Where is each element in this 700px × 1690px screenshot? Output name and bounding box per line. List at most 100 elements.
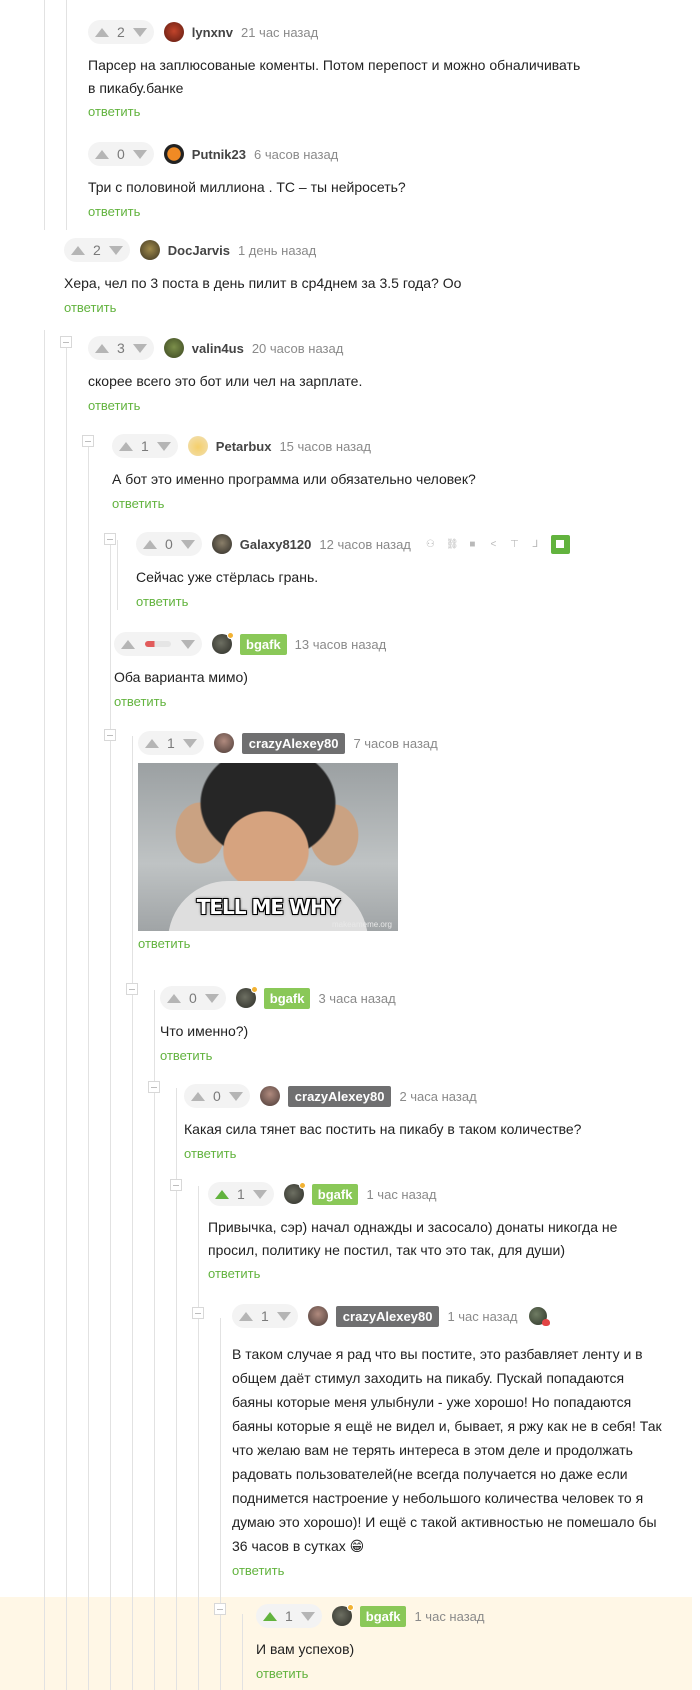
arrow-up-icon[interactable] xyxy=(167,993,181,1003)
arrow-up-icon[interactable] xyxy=(95,27,109,37)
collapse-icon[interactable] xyxy=(60,336,72,348)
comment-time[interactable]: 1 час назад xyxy=(447,1309,517,1324)
share-icon[interactable]: < xyxy=(488,539,499,550)
arrow-up-icon[interactable] xyxy=(121,639,135,649)
arrow-down-icon[interactable] xyxy=(182,738,197,748)
avatar[interactable] xyxy=(163,338,184,358)
collapse-icon[interactable] xyxy=(214,1603,226,1615)
comment-time[interactable]: 1 час назад xyxy=(414,1609,484,1624)
arrow-down-icon[interactable] xyxy=(276,1311,291,1321)
avatar[interactable] xyxy=(235,986,258,1008)
reply-link[interactable]: ответить xyxy=(88,398,140,413)
reply-link[interactable]: ответить xyxy=(256,1666,308,1681)
arrow-down-icon[interactable] xyxy=(108,245,123,255)
archive-icon[interactable]: ⚇ xyxy=(425,539,436,550)
arrow-up-icon[interactable] xyxy=(95,343,109,353)
arrow-down-icon[interactable] xyxy=(156,441,171,451)
reply-link[interactable]: ответить xyxy=(114,694,166,709)
reply-link[interactable]: ответить xyxy=(136,594,188,609)
avatar[interactable] xyxy=(259,1086,280,1106)
rating-control: 0 xyxy=(184,1084,250,1108)
reply-link[interactable]: ответить xyxy=(88,204,140,219)
arrow-down-icon[interactable] xyxy=(181,639,195,649)
author-name[interactable]: DocJarvis xyxy=(168,243,230,258)
reply-link[interactable]: ответить xyxy=(112,496,164,511)
avatar[interactable] xyxy=(163,22,184,42)
arrow-up-icon[interactable] xyxy=(239,1311,253,1321)
arrow-up-icon[interactable] xyxy=(95,149,109,159)
comment-time[interactable]: 3 часа назад xyxy=(318,991,395,1006)
comment-time[interactable]: 1 день назад xyxy=(238,243,316,258)
comment-time[interactable]: 2 часа назад xyxy=(399,1089,476,1104)
awarder-avatar[interactable] xyxy=(529,1307,551,1326)
collapse-icon[interactable] xyxy=(82,435,94,447)
avatar[interactable] xyxy=(331,1604,354,1626)
arrow-down-icon[interactable] xyxy=(132,27,147,37)
avatar[interactable] xyxy=(163,144,184,164)
arrow-down-icon[interactable] xyxy=(228,1091,243,1101)
arrow-up-icon[interactable] xyxy=(215,1189,229,1199)
comment-time[interactable]: 13 часов назад xyxy=(295,637,387,652)
collapse-icon[interactable] xyxy=(170,1179,182,1191)
comment-time[interactable]: 12 часов назад xyxy=(319,537,411,552)
author-name[interactable]: crazyAlexey80 xyxy=(287,1085,392,1107)
save-icon[interactable]: ■ xyxy=(467,539,478,550)
collapse-icon[interactable] xyxy=(148,1081,160,1093)
author-name[interactable]: bgafk xyxy=(311,1183,359,1205)
comment-text: Оба варианта мимо) xyxy=(114,669,248,685)
avatar[interactable] xyxy=(211,534,232,554)
avatar[interactable] xyxy=(212,632,234,654)
rating-control xyxy=(114,632,202,656)
author-name[interactable]: lynxnv xyxy=(192,25,233,40)
author-name[interactable]: bgafk xyxy=(359,1605,407,1627)
reply-link[interactable]: ответить xyxy=(232,1563,284,1578)
avatar[interactable] xyxy=(307,1306,328,1326)
reply-link[interactable]: ответить xyxy=(64,300,116,315)
scroll-top-icon[interactable]: ⊤ xyxy=(509,539,520,550)
avatar[interactable] xyxy=(213,733,234,753)
arrow-up-icon[interactable] xyxy=(191,1091,205,1101)
collapse-icon[interactable] xyxy=(126,983,138,995)
author-name[interactable]: Galaxy8120 xyxy=(240,537,312,552)
arrow-up-icon[interactable] xyxy=(119,441,133,451)
comment-time[interactable]: 21 час назад xyxy=(241,25,318,40)
arrow-down-icon[interactable] xyxy=(132,343,147,353)
avatar[interactable] xyxy=(283,1182,306,1204)
comment-time[interactable]: 15 часов назад xyxy=(279,439,371,454)
meme-image[interactable]: TELL ME WHY makeameme.org xyxy=(138,763,398,931)
arrow-down-icon[interactable] xyxy=(204,993,219,1003)
comment-time[interactable]: 20 часов назад xyxy=(252,341,344,356)
comment-time[interactable]: 1 час назад xyxy=(366,1187,436,1202)
arrow-down-icon[interactable] xyxy=(132,149,147,159)
reply-link[interactable]: ответить xyxy=(208,1266,260,1281)
author-name[interactable]: crazyAlexey80 xyxy=(241,732,346,754)
reply-link[interactable]: ответить xyxy=(138,936,190,951)
collapse-icon[interactable] xyxy=(104,533,116,545)
author-name[interactable]: valin4us xyxy=(192,341,244,356)
reply-link[interactable]: ответить xyxy=(160,1048,212,1063)
comment-score: 1 xyxy=(141,438,149,454)
author-name[interactable]: Petarbux xyxy=(216,439,272,454)
author-name[interactable]: crazyAlexey80 xyxy=(335,1305,440,1327)
branch-icon[interactable]: ⅃ xyxy=(530,539,541,550)
arrow-up-icon[interactable] xyxy=(143,539,157,549)
comment-time[interactable]: 7 часов назад xyxy=(353,736,437,751)
collapse-icon[interactable] xyxy=(104,729,116,741)
author-name[interactable]: bgafk xyxy=(263,987,311,1009)
reply-link[interactable]: ответить xyxy=(184,1146,236,1161)
avatar[interactable] xyxy=(139,240,160,260)
comment-time[interactable]: 6 часов назад xyxy=(254,147,338,162)
arrow-up-icon[interactable] xyxy=(145,738,159,748)
reply-link[interactable]: ответить xyxy=(88,104,140,119)
arrow-down-icon[interactable] xyxy=(300,1611,315,1621)
flag-icon[interactable] xyxy=(550,534,570,554)
arrow-down-icon[interactable] xyxy=(252,1189,267,1199)
arrow-up-icon[interactable] xyxy=(263,1611,277,1621)
author-name[interactable]: Putnik23 xyxy=(192,147,246,162)
link-icon[interactable]: ⛓ xyxy=(446,539,459,550)
author-name[interactable]: bgafk xyxy=(240,633,287,655)
avatar[interactable] xyxy=(187,436,208,456)
arrow-up-icon[interactable] xyxy=(71,245,85,255)
collapse-icon[interactable] xyxy=(192,1307,204,1319)
arrow-down-icon[interactable] xyxy=(180,539,195,549)
